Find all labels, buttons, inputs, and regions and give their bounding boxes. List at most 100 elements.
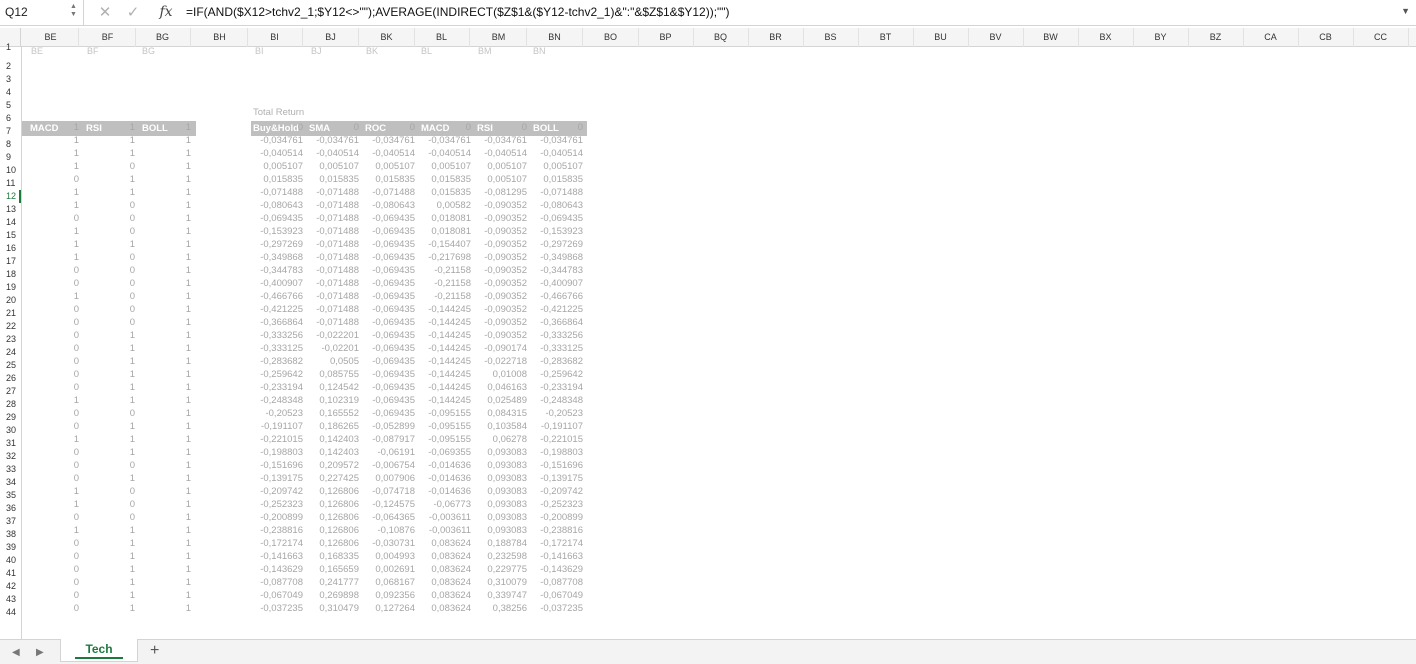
return-cell[interactable]: -0,153923 [250, 225, 306, 238]
return-cell[interactable]: -0,248348 [530, 394, 586, 407]
return-cell[interactable]: -0,090352 [474, 290, 530, 303]
return-cell[interactable]: -0,087917 [362, 433, 418, 446]
return-cell[interactable]: -0,030731 [362, 537, 418, 550]
return-cell[interactable]: -0,344783 [250, 264, 306, 277]
return-cell[interactable]: -0,139175 [250, 472, 306, 485]
return-cell[interactable]: -0,071488 [306, 251, 362, 264]
return-cell[interactable]: 0,005107 [250, 160, 306, 173]
row-header-10[interactable]: 10 [0, 164, 21, 177]
return-cell[interactable]: -0,283682 [530, 355, 586, 368]
column-header-be[interactable]: BE [23, 28, 79, 47]
return-cell[interactable]: 0,005107 [362, 160, 418, 173]
signal-cell[interactable]: 0 [88, 303, 138, 316]
return-cell[interactable]: 0,142403 [306, 446, 362, 459]
return-cell[interactable]: 0 [306, 121, 362, 134]
return-cell[interactable]: -0,259642 [250, 368, 306, 381]
return-cell[interactable]: -0,349868 [530, 251, 586, 264]
column-header-bn[interactable]: BN [527, 28, 583, 47]
signal-cell[interactable]: 1 [144, 225, 194, 238]
return-cell[interactable]: -0,034761 [530, 134, 586, 147]
row-header-3[interactable]: 3 [0, 73, 21, 86]
return-cell[interactable]: -0,209742 [530, 485, 586, 498]
return-cell[interactable]: -0,071488 [306, 199, 362, 212]
return-cell[interactable]: -0,144245 [418, 394, 474, 407]
return-cell[interactable]: -0,069435 [362, 277, 418, 290]
signal-cell[interactable]: 0 [88, 511, 138, 524]
return-cell[interactable]: -0,071488 [530, 186, 586, 199]
return-cell[interactable]: -0,071488 [306, 303, 362, 316]
return-cell[interactable]: -0,297269 [250, 238, 306, 251]
return-cell[interactable]: -0,233194 [250, 381, 306, 394]
return-cell[interactable]: -0,400907 [530, 277, 586, 290]
return-cell[interactable]: 0,310079 [474, 576, 530, 589]
return-cell[interactable]: -0,366864 [250, 316, 306, 329]
return-cell[interactable]: -0,141663 [530, 550, 586, 563]
signal-cell[interactable]: 1 [144, 420, 194, 433]
row-header-19[interactable]: 19 [0, 281, 21, 294]
signal-cell[interactable]: 0 [32, 537, 82, 550]
return-cell[interactable]: 0,025489 [474, 394, 530, 407]
row-header-33[interactable]: 33 [0, 463, 21, 476]
return-cell[interactable]: -0,151696 [530, 459, 586, 472]
column-header-bx[interactable]: BX [1078, 28, 1134, 47]
signal-cell[interactable]: 1 [144, 212, 194, 225]
row-header-14[interactable]: 14 [0, 216, 21, 229]
signal-cell[interactable]: 1 [88, 446, 138, 459]
return-cell[interactable]: -0,400907 [250, 277, 306, 290]
signal-cell[interactable]: 1 [144, 186, 194, 199]
add-sheet-button[interactable]: + [150, 642, 159, 660]
row-header-29[interactable]: 29 [0, 411, 21, 424]
return-cell[interactable]: 0,083624 [418, 602, 474, 615]
check-icon[interactable]: ✓ [124, 3, 142, 21]
signal-cell[interactable]: 1 [144, 485, 194, 498]
signal-cell[interactable]: 0 [32, 264, 82, 277]
return-cell[interactable]: -0,153923 [530, 225, 586, 238]
return-cell[interactable]: -0,06191 [362, 446, 418, 459]
signal-cell[interactable]: 0 [88, 199, 138, 212]
return-cell[interactable]: -0,087708 [250, 576, 306, 589]
column-header-br[interactable]: BR [748, 28, 804, 47]
return-cell[interactable]: 0,126806 [306, 498, 362, 511]
row-header-5[interactable]: 5 [0, 99, 21, 112]
return-cell[interactable]: -0,034761 [306, 134, 362, 147]
signal-cell[interactable]: 1 [144, 173, 194, 186]
return-cell[interactable]: -0,252323 [530, 498, 586, 511]
signal-cell[interactable]: 1 [88, 472, 138, 485]
return-cell[interactable]: -0,069435 [530, 212, 586, 225]
return-cell[interactable]: -0,071488 [362, 186, 418, 199]
return-cell[interactable]: -0,349868 [250, 251, 306, 264]
row-header-23[interactable]: 23 [0, 333, 21, 346]
return-cell[interactable]: 0,186265 [306, 420, 362, 433]
return-cell[interactable]: 0,269898 [306, 589, 362, 602]
row-header-12[interactable]: 12 [0, 190, 21, 203]
return-cell[interactable]: -0,069435 [362, 355, 418, 368]
row-header-35[interactable]: 35 [0, 489, 21, 502]
return-cell[interactable]: 0,083624 [418, 576, 474, 589]
return-cell[interactable]: 0,310479 [306, 602, 362, 615]
return-cell[interactable]: 0,004993 [362, 550, 418, 563]
return-cell[interactable]: 0,093083 [474, 511, 530, 524]
column-header-by[interactable]: BY [1133, 28, 1189, 47]
row-header-36[interactable]: 36 [0, 502, 21, 515]
return-cell[interactable]: -0,333125 [250, 342, 306, 355]
return-cell[interactable]: -0,071488 [306, 290, 362, 303]
return-cell[interactable]: -0,333256 [250, 329, 306, 342]
signal-cell[interactable]: 1 [32, 199, 82, 212]
row-header-34[interactable]: 34 [0, 476, 21, 489]
return-cell[interactable]: -0,052899 [362, 420, 418, 433]
return-cell[interactable]: 0,227425 [306, 472, 362, 485]
return-cell[interactable]: 0,018081 [418, 212, 474, 225]
signal-cell[interactable]: 1 [32, 394, 82, 407]
signal-cell[interactable]: 1 [88, 342, 138, 355]
signal-cell[interactable]: 1 [32, 524, 82, 537]
return-cell[interactable]: 0,068167 [362, 576, 418, 589]
return-cell[interactable]: -0,143629 [530, 563, 586, 576]
return-cell[interactable]: -0,071488 [306, 316, 362, 329]
return-cell[interactable]: 0,124542 [306, 381, 362, 394]
return-cell[interactable]: 0,142403 [306, 433, 362, 446]
signal-cell[interactable]: 1 [144, 394, 194, 407]
return-cell[interactable]: -0,071488 [306, 277, 362, 290]
signal-cell[interactable]: 0 [32, 459, 82, 472]
signal-cell[interactable]: 0 [32, 511, 82, 524]
return-cell[interactable]: -0,198803 [250, 446, 306, 459]
